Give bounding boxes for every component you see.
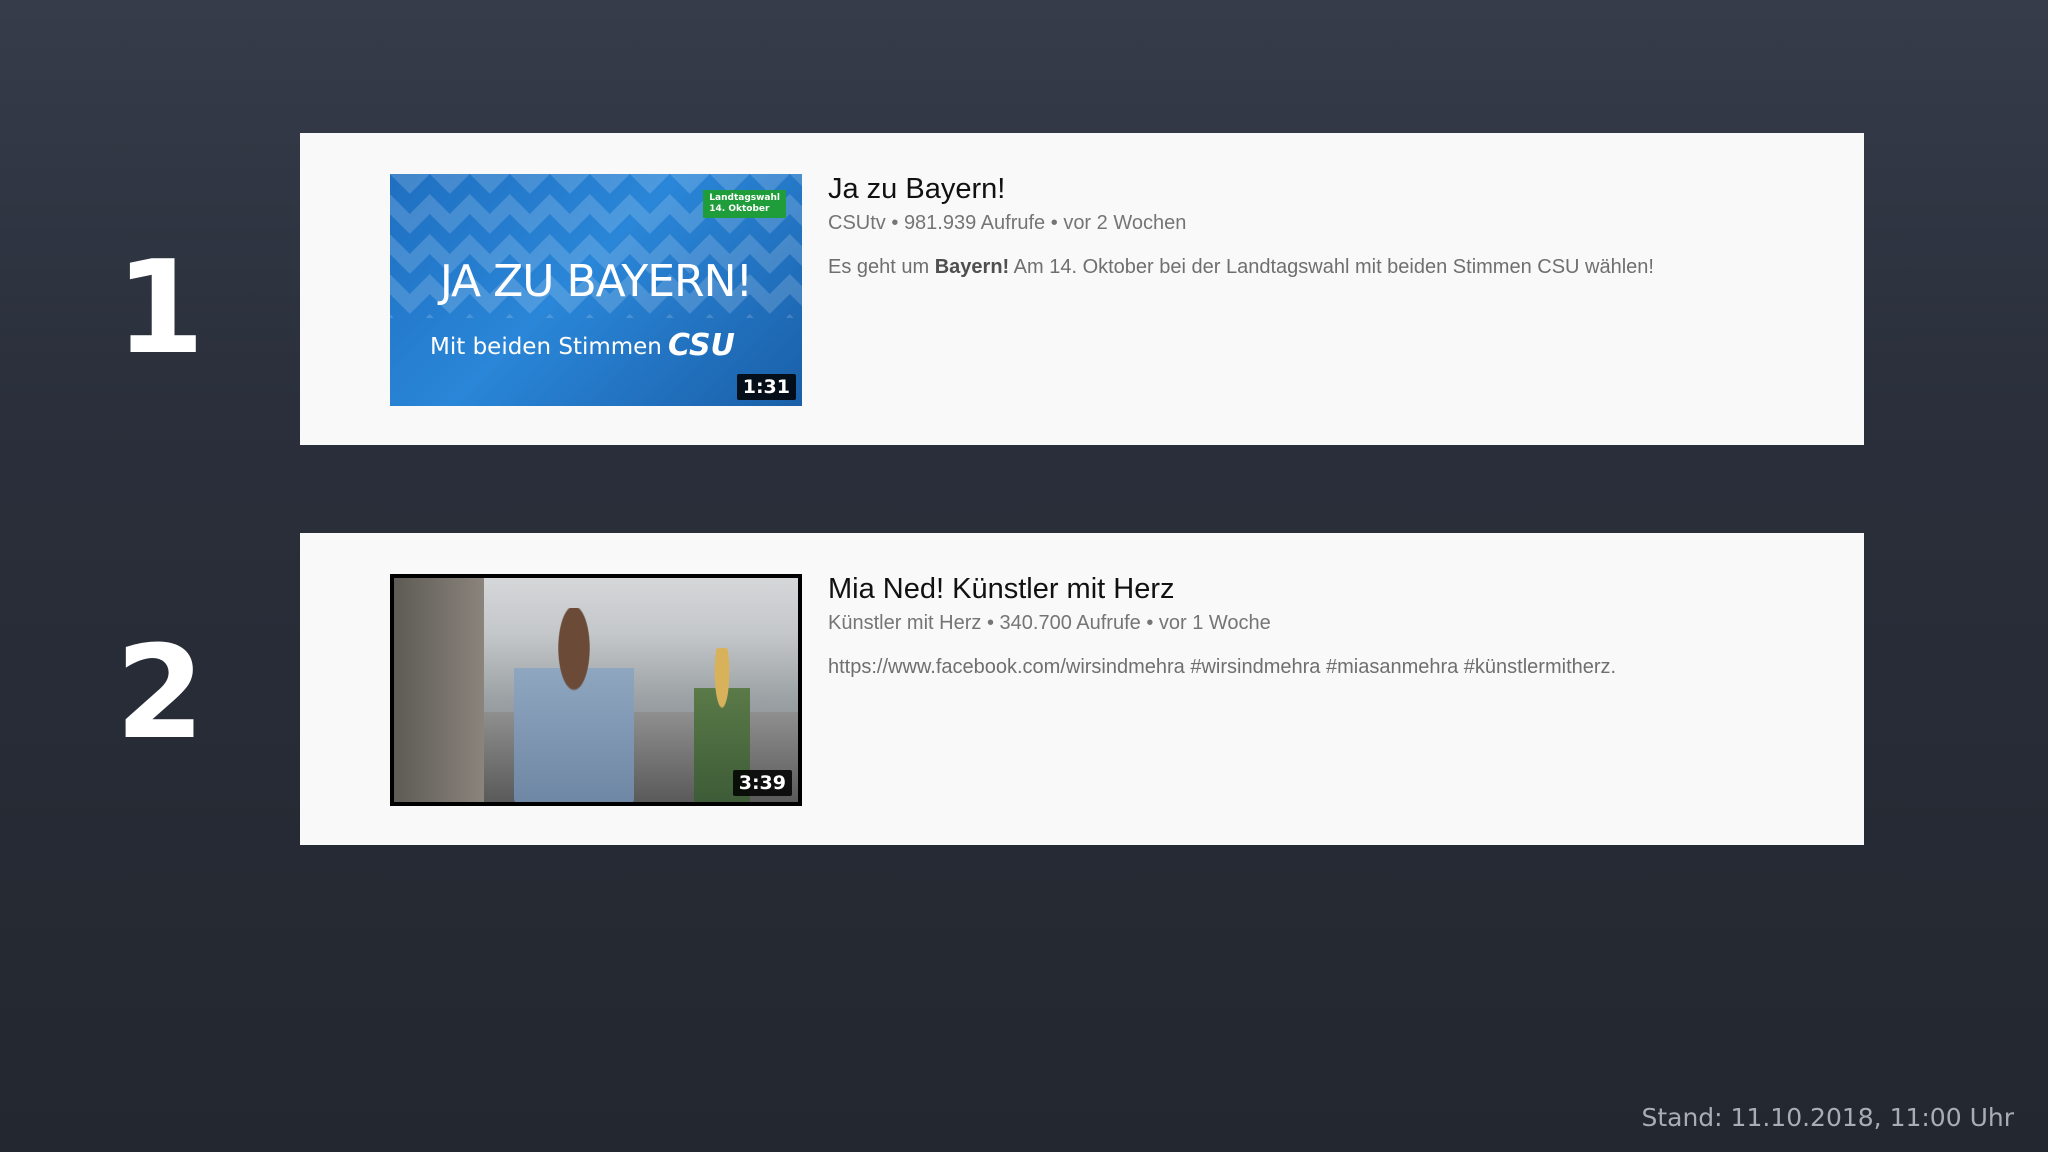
description-text: Am 14. Oktober bei der Landtagswahl mit … bbox=[1009, 256, 1654, 278]
description-text: Es geht um bbox=[828, 256, 935, 278]
video-meta: Künstler mit Herz • 340.700 Aufrufe • vo… bbox=[828, 609, 1844, 637]
video-result-card[interactable]: 3:39 Mia Ned! Künstler mit Herz Künstler… bbox=[300, 533, 1864, 845]
badge-line-2: 14. Oktober bbox=[709, 204, 770, 214]
thumbnail-subline: Mit beiden Stimmen bbox=[430, 334, 662, 360]
meta-separator: • bbox=[986, 612, 994, 634]
thumbnail-headline: JA ZU BAYERN! bbox=[439, 256, 753, 307]
video-title[interactable]: Mia Ned! Künstler mit Herz bbox=[828, 571, 1844, 607]
video-result-card[interactable]: Landtagswahl 14. Oktober JA ZU BAYERN! M… bbox=[300, 133, 1864, 445]
video-info: Ja zu Bayern! CSUtv • 981.939 Aufrufe • … bbox=[828, 171, 1844, 281]
view-count: 340.700 Aufrufe bbox=[999, 612, 1141, 634]
upload-age: vor 1 Woche bbox=[1158, 612, 1271, 634]
channel-name[interactable]: CSUtv bbox=[828, 212, 886, 234]
badge-line-1: Landtagswahl bbox=[709, 193, 780, 203]
video-duration-badge: 3:39 bbox=[732, 770, 792, 796]
rank-number-1: 1 bbox=[115, 234, 205, 383]
video-info: Mia Ned! Künstler mit Herz Künstler mit … bbox=[828, 571, 1844, 681]
upload-age: vor 2 Wochen bbox=[1063, 212, 1187, 234]
video-description: Es geht um Bayern! Am 14. Oktober bei de… bbox=[828, 253, 1844, 281]
video-title[interactable]: Ja zu Bayern! bbox=[828, 171, 1844, 207]
video-thumbnail[interactable]: Landtagswahl 14. Oktober JA ZU BAYERN! M… bbox=[390, 174, 802, 406]
building-wall bbox=[394, 578, 484, 802]
meta-separator: • bbox=[891, 212, 899, 234]
video-thumbnail[interactable]: 3:39 bbox=[390, 574, 802, 806]
description-bold-text: Bayern! bbox=[934, 256, 1010, 278]
video-meta: CSUtv • 981.939 Aufrufe • vor 2 Wochen bbox=[828, 209, 1844, 237]
street-scene-image bbox=[394, 578, 798, 802]
video-duration-badge: 1:31 bbox=[736, 374, 796, 400]
rank-number-2: 2 bbox=[115, 619, 205, 768]
data-timestamp: Stand: 11.10.2018, 11:00 Uhr bbox=[1641, 1103, 2014, 1132]
guitarist-figure bbox=[514, 608, 634, 802]
meta-separator: • bbox=[1050, 212, 1058, 234]
video-description: https://www.facebook.com/wirsindmehra #w… bbox=[828, 656, 1617, 678]
csu-logo: CSU bbox=[668, 328, 735, 363]
view-count: 981.939 Aufrufe bbox=[903, 212, 1046, 234]
channel-name[interactable]: Künstler mit Herz bbox=[828, 612, 981, 634]
thumbnail-badge: Landtagswahl 14. Oktober bbox=[703, 190, 786, 218]
meta-separator: • bbox=[1146, 612, 1154, 634]
